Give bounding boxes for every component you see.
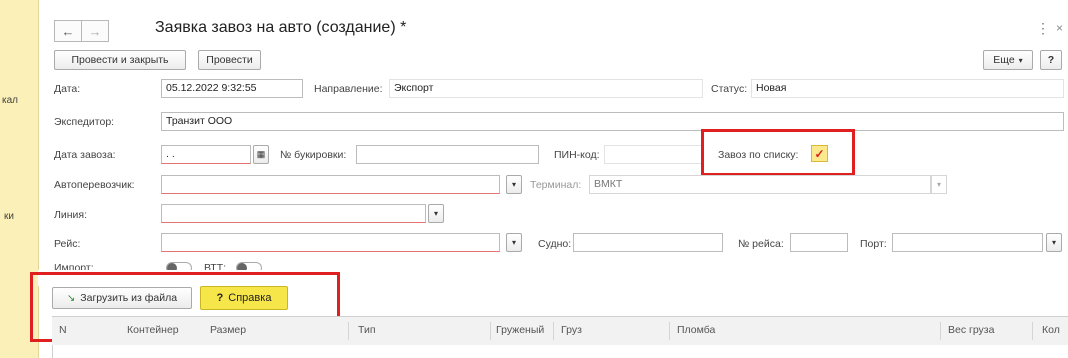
forwarder-label: Экспедитор: <box>54 116 115 128</box>
pin-code-label: ПИН-код: <box>554 149 600 161</box>
date-field[interactable]: 05.12.2022 9:32:55 <box>161 79 303 98</box>
direction-field[interactable]: Экспорт <box>389 79 703 98</box>
close-icon[interactable]: × <box>1056 21 1063 35</box>
status-field[interactable]: Новая <box>751 79 1064 98</box>
column-header-quantity[interactable]: Кол <box>1042 324 1060 336</box>
terminal-dropdown-icon[interactable]: ▾ <box>931 175 947 194</box>
pin-code-field[interactable] <box>604 145 703 164</box>
line-field[interactable] <box>161 204 426 223</box>
column-divider <box>669 322 670 340</box>
table-body[interactable] <box>52 345 1068 358</box>
direction-label: Направление: <box>314 83 383 95</box>
post-button[interactable]: Провести <box>198 50 261 70</box>
port-field[interactable] <box>892 233 1043 252</box>
column-header-loaded[interactable]: Груженый <box>496 324 544 336</box>
column-divider <box>348 322 349 340</box>
terminal-field[interactable]: ВМКТ <box>589 175 931 194</box>
left-panel-item[interactable]: кал <box>2 95 18 106</box>
carrier-field[interactable] <box>161 175 500 194</box>
status-label: Статус: <box>711 83 748 95</box>
booking-field[interactable] <box>356 145 539 164</box>
left-panel-item[interactable]: ки <box>4 211 14 222</box>
chevron-down-icon: ▾ <box>1018 55 1023 65</box>
column-header-type[interactable]: Тип <box>358 324 376 336</box>
voyage-field[interactable] <box>161 233 500 252</box>
carrier-label: Автоперевозчик: <box>54 179 135 191</box>
vessel-label: Судно: <box>538 238 572 250</box>
voyage-number-field[interactable] <box>790 233 848 252</box>
forwarder-field[interactable]: Транзит ООО <box>161 112 1064 131</box>
more-menu-icon[interactable]: ⋮ <box>1036 20 1050 37</box>
column-header-container[interactable]: Контейнер <box>127 324 179 336</box>
column-header-seal[interactable]: Пломба <box>677 324 715 336</box>
column-header-cargo-weight[interactable]: Вес груза <box>948 324 994 336</box>
column-header-number[interactable]: N <box>59 324 67 336</box>
column-divider <box>490 322 491 340</box>
line-label: Линия: <box>54 209 88 221</box>
calendar-icon[interactable]: ▦ <box>253 145 269 164</box>
forward-button[interactable]: → <box>81 20 109 42</box>
help-button[interactable]: ? <box>1040 50 1062 70</box>
column-divider <box>940 322 941 340</box>
vessel-field[interactable] <box>573 233 723 252</box>
voyage-number-label: № рейса: <box>738 238 784 250</box>
highlight-box <box>701 129 855 176</box>
table-header: N Контейнер Размер Тип Груженый Груз Пло… <box>52 316 1068 346</box>
column-header-size[interactable]: Размер <box>210 324 246 336</box>
voyage-label: Рейс: <box>54 238 81 250</box>
carrier-dropdown-icon[interactable]: ▾ <box>506 175 522 194</box>
line-dropdown-icon[interactable]: ▾ <box>428 204 444 223</box>
back-button[interactable]: ← <box>54 20 82 42</box>
more-label: Еще <box>993 54 1015 66</box>
back-arrow-icon: ← <box>61 23 75 39</box>
voyage-dropdown-icon[interactable]: ▾ <box>506 233 522 252</box>
port-dropdown-icon[interactable]: ▾ <box>1046 233 1062 252</box>
column-divider <box>1032 322 1033 340</box>
booking-label: № букировки: <box>280 149 347 161</box>
import-date-field[interactable]: . . <box>161 145 251 164</box>
import-date-label: Дата завоза: <box>54 149 116 161</box>
terminal-label: Терминал: <box>530 179 582 191</box>
post-and-close-button[interactable]: Провести и закрыть <box>54 50 186 70</box>
forward-arrow-icon: → <box>88 23 102 39</box>
more-button[interactable]: Еще ▾ <box>983 50 1033 70</box>
column-header-cargo[interactable]: Груз <box>561 324 582 336</box>
date-label: Дата: <box>54 83 81 95</box>
column-divider <box>553 322 554 340</box>
page-title: Заявка завоз на авто (создание) * <box>155 19 407 36</box>
port-label: Порт: <box>860 238 887 250</box>
